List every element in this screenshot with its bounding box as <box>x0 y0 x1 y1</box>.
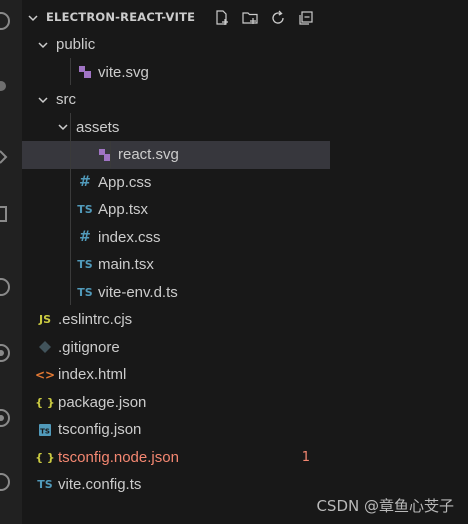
chevron-down-icon <box>38 42 48 48</box>
json-file-icon: { } <box>35 450 55 464</box>
chevron-down-icon[interactable] <box>26 11 40 25</box>
tree-file-main-tsx[interactable]: TS main.tsx <box>22 251 330 279</box>
svg-file-icon <box>96 147 114 163</box>
indent-guide <box>70 113 71 305</box>
new-folder-button[interactable] <box>240 8 260 28</box>
tree-item-label: assets <box>76 118 120 136</box>
ts-file-icon: TS <box>77 258 93 272</box>
tree-item-label: vite.svg <box>98 63 149 81</box>
activity-bar <box>0 0 22 524</box>
activity-icon-4[interactable] <box>0 203 12 225</box>
tree-item-label: tsconfig.node.json <box>58 448 179 466</box>
activity-icon-1[interactable] <box>0 10 12 32</box>
tree-file-vite-svg[interactable]: vite.svg <box>22 59 330 87</box>
indent-guide <box>70 58 71 85</box>
tree-file-vite-env-d-ts[interactable]: TS vite-env.d.ts <box>22 279 330 307</box>
explorer-actions <box>212 8 316 28</box>
collapse-all-button[interactable] <box>296 8 316 28</box>
tree-file-tsconfig-node-json[interactable]: { } tsconfig.node.json 1 <box>22 444 330 472</box>
tree-file-index-css[interactable]: # index.css <box>22 224 330 252</box>
tree-file-index-html[interactable]: <> index.html <box>22 361 330 389</box>
tsconfig-file-icon: TS <box>36 422 54 438</box>
activity-icon-7[interactable] <box>0 407 12 429</box>
tree-item-label: public <box>56 36 96 54</box>
tree-file-tsconfig-json[interactable]: TS tsconfig.json <box>22 416 330 444</box>
tree-item-label: .gitignore <box>58 338 120 356</box>
css-file-icon: # <box>79 174 91 191</box>
indent-guide <box>110 141 111 168</box>
tree-item-label: package.json <box>58 393 147 411</box>
activity-icon-2[interactable] <box>0 75 12 97</box>
tree-item-label: index.css <box>98 228 161 246</box>
file-tree: public vite.svg src assets react.svg # App.css… <box>22 31 330 499</box>
chevron-down-icon <box>58 124 68 131</box>
svg-file-icon <box>76 64 94 80</box>
new-file-icon <box>216 10 228 25</box>
tree-file-App-css[interactable]: # App.css <box>22 169 330 197</box>
chevron-down-icon <box>38 97 48 103</box>
tree-item-label: App.css <box>98 173 152 191</box>
new-file-button[interactable] <box>212 8 232 28</box>
explorer-header[interactable]: ELECTRON-REACT-VITE <box>22 4 330 32</box>
tree-item-label: react.svg <box>118 146 179 164</box>
tree-item-label: tsconfig.json <box>58 421 142 439</box>
tree-file-eslintrc-cjs[interactable]: JS .eslintrc.cjs <box>22 306 330 334</box>
ts-file-icon: TS <box>77 203 93 217</box>
refresh-icon <box>272 10 284 24</box>
ts-file-icon: TS <box>37 478 53 492</box>
tree-folder-public[interactable]: public <box>22 31 330 59</box>
tree-folder-src[interactable]: src <box>22 86 330 114</box>
refresh-button[interactable] <box>268 8 288 28</box>
collapse-all-icon <box>299 11 313 25</box>
tree-item-label: vite-env.d.ts <box>98 283 178 301</box>
css-file-icon: # <box>79 229 91 246</box>
html-file-icon: <> <box>34 367 56 382</box>
tree-file-App-tsx[interactable]: TS App.tsx <box>22 196 330 224</box>
tree-item-label: src <box>56 91 76 109</box>
explorer-title: ELECTRON-REACT-VITE <box>46 10 196 24</box>
new-folder-icon <box>242 12 258 24</box>
activity-icon-8[interactable] <box>0 471 12 493</box>
js-file-icon: JS <box>38 313 51 327</box>
git-file-icon <box>36 339 54 355</box>
tree-item-label: index.html <box>58 366 127 384</box>
activity-icon-6[interactable] <box>0 342 12 364</box>
activity-icon-5[interactable] <box>0 276 12 298</box>
tree-item-label: App.tsx <box>98 201 149 219</box>
json-file-icon: { } <box>35 395 55 409</box>
ts-file-icon: TS <box>77 285 93 299</box>
tree-item-label: main.tsx <box>98 256 154 274</box>
tree-folder-assets[interactable]: assets <box>22 114 330 142</box>
tree-file-gitignore[interactable]: .gitignore <box>22 334 330 362</box>
vscode-window: ELECTRON-REACT-VITE public vite.svg src ass… <box>0 0 468 524</box>
tree-item-label: .eslintrc.cjs <box>58 311 133 329</box>
tree-file-vite-config-ts[interactable]: TS vite.config.ts <box>22 471 330 499</box>
problem-count-badge: 1 <box>301 449 310 465</box>
watermark: CSDN @章鱼心芠子 <box>316 497 454 515</box>
tree-file-package-json[interactable]: { } package.json <box>22 389 330 417</box>
svg-text:TS: TS <box>40 427 50 435</box>
activity-icon-3[interactable] <box>0 146 12 168</box>
explorer-panel: ELECTRON-REACT-VITE public vite.svg src ass… <box>22 0 330 524</box>
tree-file-react-svg[interactable]: react.svg <box>22 141 330 169</box>
tree-item-label: vite.config.ts <box>58 476 142 494</box>
